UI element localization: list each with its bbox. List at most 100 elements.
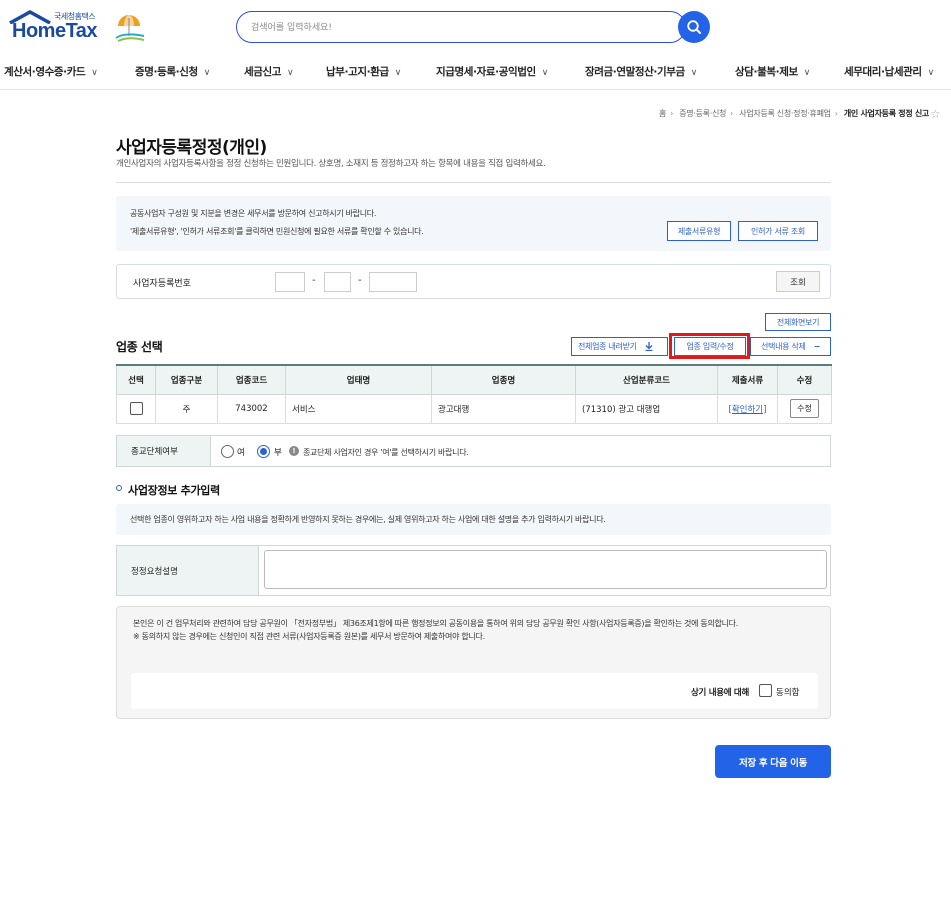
notice-box: 공동사업자 구성원 및 지분을 변경은 세무서를 방문하여 신고하시기 바랍니다… xyxy=(116,196,831,251)
column-header: 산업분류코드 xyxy=(575,364,718,395)
radio-yes[interactable] xyxy=(221,445,234,458)
breadcrumb-registration[interactable]: 사업자등록 신청·정정·휴폐업 xyxy=(739,109,831,118)
nav-item-consult[interactable]: 상담·불복·제보 ∨ xyxy=(735,64,810,79)
correction-request-input[interactable] xyxy=(264,550,827,589)
business-number-label: 사업자등록번호 xyxy=(133,279,191,289)
edit-cell: 수정 xyxy=(777,393,832,424)
nav-item-statements[interactable]: 지급명세·자료·공익법인 ∨ xyxy=(436,64,548,79)
business-type-cell: 서비스 xyxy=(285,393,432,424)
industry-table: 선택 업종구분 업종코드 업태명 업종명 산업분류코드 제출서류 수정 주 74… xyxy=(116,364,832,424)
radio-no-label: 부 xyxy=(274,448,282,458)
nav-item-certificates[interactable]: 증명·등록·신청 ∨ xyxy=(135,64,210,79)
consent-agree-area: 상기 내용에 대해 동의함 xyxy=(131,673,818,709)
download-label: 전체업종 내려받기 xyxy=(578,342,637,351)
column-header: 업종구분 xyxy=(155,364,218,395)
consent-box: 본인은 이 건 업무처리와 관련하여 담당 공무원이 「전자정부법」 제36조제… xyxy=(116,606,831,719)
religion-note: 종교단체 사업자인 경우 '여'를 선택하시기 바랍니다. xyxy=(303,448,469,457)
chevron-down-icon: ∨ xyxy=(927,68,935,78)
chevron-down-icon: ∨ xyxy=(541,68,549,78)
business-number-part3[interactable] xyxy=(369,272,417,292)
business-number-part2[interactable] xyxy=(324,272,351,292)
delete-selected-button[interactable]: 선택내용 삭제 − xyxy=(750,337,831,356)
nav-label: 납부·고지·환급 xyxy=(326,66,389,78)
breadcrumb-certificates[interactable]: 증명·등록·신청 xyxy=(679,109,726,118)
chevron-down-icon: ∨ xyxy=(394,68,402,78)
breadcrumb-current: 개인 사업자등록 정정 신고 xyxy=(843,109,929,118)
religion-label: 종교단체여부 xyxy=(117,436,211,466)
nav-label: 장려금·연말정산·기부금 xyxy=(585,66,685,78)
agree-checkbox[interactable] xyxy=(759,684,772,697)
column-header: 업종명 xyxy=(431,364,576,395)
business-number-part1[interactable] xyxy=(275,272,305,292)
correction-request-row: 정정요청설명 xyxy=(116,545,831,596)
nav-label: 세무대리·납세관리 xyxy=(844,66,922,78)
dash: - xyxy=(312,275,316,286)
row-edit-button[interactable]: 수정 xyxy=(790,399,819,418)
breadcrumb-home[interactable]: 홈 xyxy=(659,109,666,118)
info-icon: ! xyxy=(289,446,299,456)
select-cell xyxy=(116,393,156,424)
nav-label: 계산서·영수증·카드 xyxy=(4,66,86,78)
column-header: 업종코드 xyxy=(217,364,286,395)
column-header: 수정 xyxy=(777,364,832,395)
nav-item-incentives[interactable]: 장려금·연말정산·기부금 ∨ xyxy=(585,64,697,79)
nav-label: 증명·등록·신청 xyxy=(135,66,198,78)
header: 국세청홈택스 HomeTax xyxy=(0,0,951,52)
consent-text: 본인은 이 건 업무처리와 관련하여 담당 공무원이 「전자정부법」 제36조제… xyxy=(133,617,823,643)
search-box xyxy=(236,11,686,43)
radio-yes-label: 여 xyxy=(237,448,245,458)
agree-text: 동의함 xyxy=(776,688,800,698)
lookup-button[interactable]: 조회 xyxy=(776,271,820,292)
chevron-down-icon: ∨ xyxy=(690,68,698,78)
consent-text-2: ※ 동의하지 않는 경우에는 신청인이 직접 관련 서류(사업자등록증 원본)를… xyxy=(133,632,485,641)
radio-no[interactable] xyxy=(257,445,270,458)
docs-link[interactable]: [확인하기] xyxy=(729,405,767,415)
doc-type-button[interactable]: 제출서류유형 xyxy=(667,221,731,241)
bullet-icon xyxy=(116,485,122,491)
agree-label: 상기 내용에 대해 xyxy=(691,688,749,698)
consent-text-1: 본인은 이 건 업무처리와 관련하여 담당 공무원이 「전자정부법」 제36조제… xyxy=(133,619,738,628)
page-title: 사업자등록정정(개인) xyxy=(116,138,267,158)
industry-code-cell: 743002 xyxy=(217,393,286,424)
search-icon xyxy=(687,20,701,34)
search-button[interactable] xyxy=(678,11,710,43)
breadcrumb: 홈 › 증명·등록·신청 › 사업자등록 신청·정정·휴폐업 › 개인 사업자등록 정… xyxy=(659,109,929,118)
save-next-button[interactable]: 저장 후 다음 이동 xyxy=(715,745,831,778)
nav-item-tax-agent[interactable]: 세무대리·납세관리 ∨ xyxy=(844,64,934,79)
permit-lookup-button[interactable]: 인허가 서류 조회 xyxy=(738,221,818,241)
fullscreen-button[interactable]: 전체화면보기 xyxy=(765,313,831,331)
logo-text: HomeTax xyxy=(12,20,98,42)
nav-label: 세금신고 xyxy=(244,66,282,78)
chevron-down-icon: ∨ xyxy=(803,68,811,78)
main-nav: 계산서·영수증·카드 ∨ 증명·등록·신청 ∨ 세금신고 ∨ 납부·고지·환급 ∨ 지급… xyxy=(0,56,951,90)
industry-section-title: 업종 선택 xyxy=(116,340,163,354)
nav-item-payment[interactable]: 납부·고지·환급 ∨ xyxy=(326,64,401,79)
search-input[interactable] xyxy=(251,20,651,36)
favorite-star-icon[interactable]: ☆ xyxy=(930,107,941,121)
umbrella-icon xyxy=(115,15,145,42)
chevron-down-icon: ∨ xyxy=(203,68,211,78)
additional-info-title: 사업장정보 추가입력 xyxy=(128,484,220,497)
chevron-down-icon: ∨ xyxy=(91,68,98,78)
table-row: 주 743002 서비스 광고대행 (71310) 광고 대행업 [확인하기] … xyxy=(116,393,832,424)
column-header: 업태명 xyxy=(285,364,432,395)
notice-line-2: '제출서류유형', '인허가 서류조회'를 클릭하면 민원신청에 필요한 서류를… xyxy=(130,227,424,236)
nav-label: 지급명세·자료·공익법인 xyxy=(436,66,536,78)
nav-item-receipts[interactable]: 계산서·영수증·카드 ∨ xyxy=(4,64,98,79)
column-header: 선택 xyxy=(116,364,156,395)
row-checkbox[interactable] xyxy=(129,402,143,415)
minus-icon: − xyxy=(813,342,821,351)
nav-label: 상담·불복·제보 xyxy=(735,66,798,78)
hometax-logo[interactable]: 국세청홈택스 HomeTax xyxy=(6,10,146,44)
dash: - xyxy=(358,275,362,286)
chevron-down-icon: ∨ xyxy=(287,68,294,78)
divider xyxy=(116,182,831,183)
docs-cell: [확인하기] xyxy=(717,393,778,424)
additional-info-notice: 선택한 업종이 영위하고자 하는 사업 내용을 정확하게 반영하지 못하는 경우… xyxy=(116,504,831,535)
ksic-code-cell: (71310) 광고 대행업 xyxy=(575,393,718,424)
nav-item-tax-filing[interactable]: 세금신고 ∨ xyxy=(244,64,294,79)
industry-name-cell: 광고대행 xyxy=(431,393,576,424)
business-number-row: 사업자등록번호 - - 조회 xyxy=(116,264,831,299)
religion-row: 종교단체여부 여 부 ! 종교단체 사업자인 경우 '여'를 선택하시기 바랍니… xyxy=(116,435,831,467)
download-industries-button[interactable]: 전체업종 내려받기 xyxy=(571,337,668,356)
